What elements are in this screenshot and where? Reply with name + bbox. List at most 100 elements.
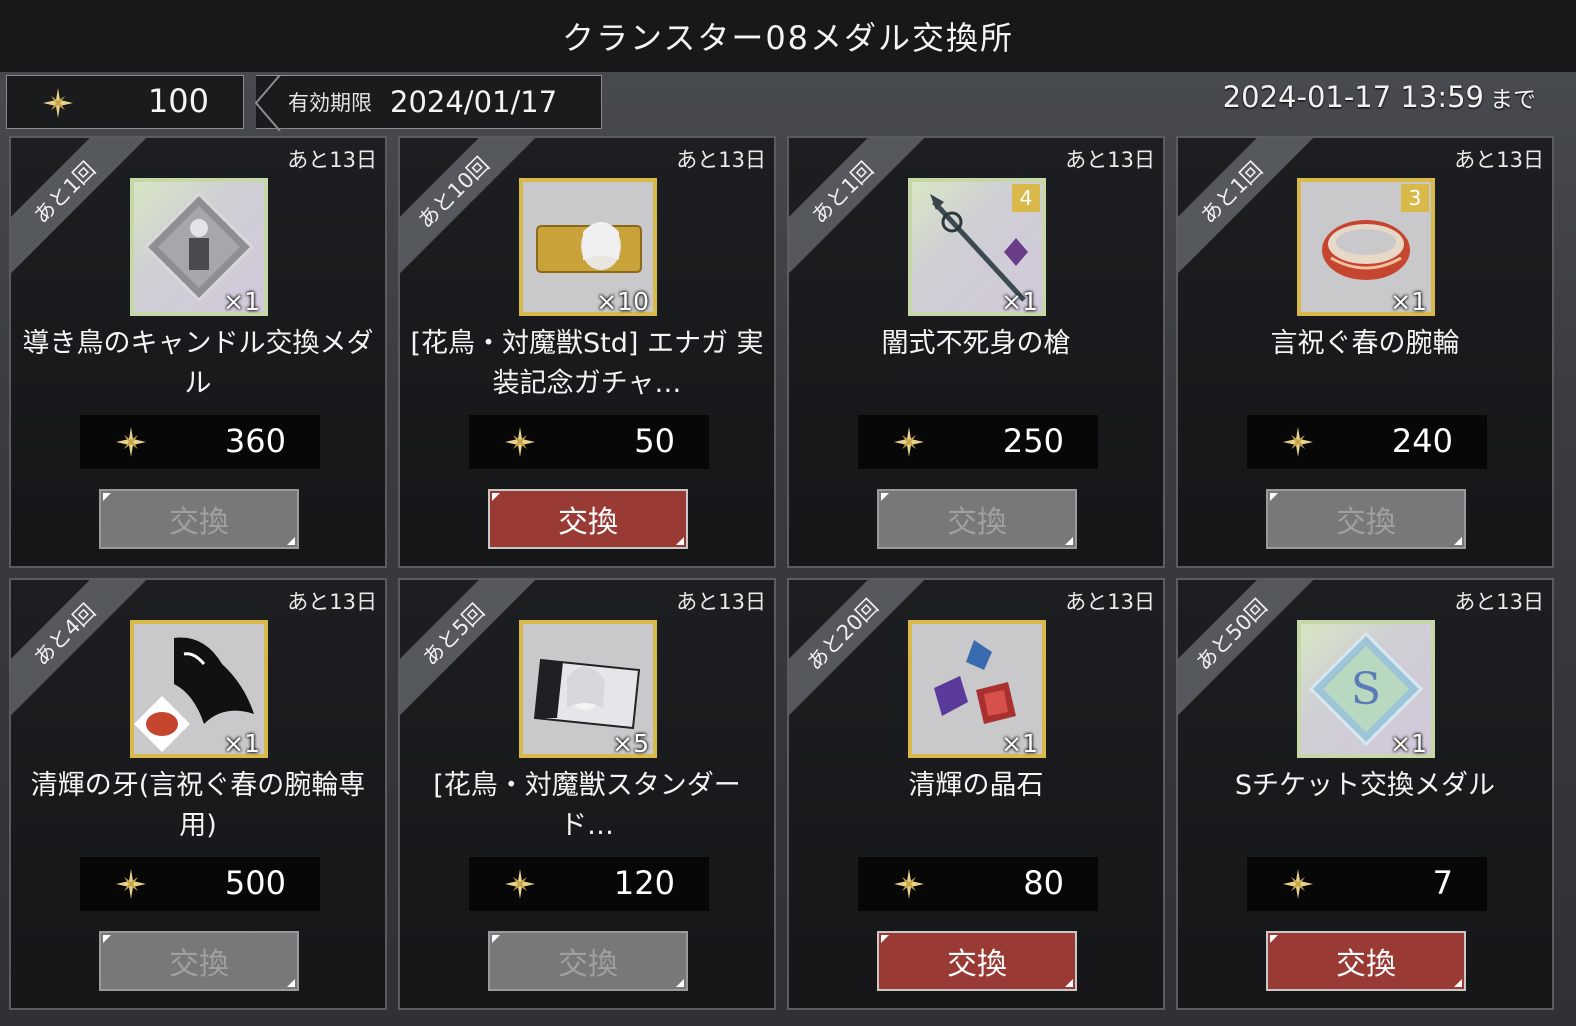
exchange-item-card: あと1回 あと13日 3 ×1 言祝ぐ春の腕輪 240 交換: [1176, 136, 1554, 568]
exchange-button[interactable]: 交換: [1266, 489, 1466, 549]
days-remaining: あと13日: [1065, 148, 1155, 172]
price-value: 250: [1002, 422, 1064, 460]
item-price: 500: [80, 857, 320, 911]
page-title: クランスター08メダル交換所: [0, 0, 1576, 72]
item-price: 240: [1247, 415, 1487, 469]
expiry-date: 2024/01/17: [390, 85, 558, 119]
star-medal-icon: [894, 427, 924, 457]
star-medal-icon: [505, 869, 535, 899]
price-value: 500: [224, 864, 286, 902]
item-price: 120: [469, 857, 709, 911]
item-name: 言祝ぐ春の腕輪: [1270, 328, 1460, 359]
price-value: 240: [1391, 422, 1453, 460]
item-name: 清輝の晶石: [908, 770, 1044, 801]
item-thumbnail: ×1: [130, 178, 268, 316]
exchange-item-card: あと4回 あと13日 ×1 清輝の牙(言祝ぐ春の腕輪専用) 500 交換: [9, 578, 387, 1010]
item-quantity: ×1: [223, 729, 260, 758]
item-name: 闇式不死身の槍: [881, 328, 1071, 359]
days-remaining: あと13日: [287, 148, 377, 172]
exchange-button-label: 交換: [947, 505, 1007, 540]
item-name: 導き鳥のキャンドル交換メダル: [22, 328, 374, 399]
rank-badge: 3: [1401, 184, 1429, 212]
item-thumbnail: 3 ×1: [1297, 178, 1435, 316]
deadline-datetime: 2024-01-17 13:59: [1222, 80, 1484, 114]
price-value: 120: [613, 864, 675, 902]
exchange-button-label: 交換: [169, 505, 229, 540]
price-value: 360: [224, 422, 286, 460]
days-remaining: あと13日: [676, 590, 766, 614]
days-remaining: あと13日: [676, 148, 766, 172]
remaining-count: あと1回: [1196, 157, 1268, 229]
item-quantity: ×5: [612, 729, 649, 758]
currency-amount: 100: [147, 82, 209, 120]
exchange-button-label: 交換: [1336, 947, 1396, 982]
chevron-left-icon: [255, 75, 281, 131]
star-medal-icon: [894, 869, 924, 899]
remaining-count: あと5回: [418, 599, 490, 671]
item-name: [花鳥・対魔獣スタンダード…: [433, 770, 741, 841]
exchange-button-label: 交換: [169, 947, 229, 982]
star-medal-icon: [116, 869, 146, 899]
item-thumbnail: ×10: [519, 178, 657, 316]
exchange-button[interactable]: 交換: [488, 931, 688, 991]
days-remaining: あと13日: [287, 590, 377, 614]
page-title-text: クランスター08メダル交換所: [561, 19, 1015, 57]
exchange-button[interactable]: 交換: [99, 489, 299, 549]
item-price: 360: [80, 415, 320, 469]
exchange-item-card: あと50回 あと13日 S ×1 Sチケット交換メダル 7 交換: [1176, 578, 1554, 1010]
item-quantity: ×1: [223, 287, 260, 316]
exchange-item-card: あと10回 あと13日 ×10 [花鳥・対魔獣Std] エナガ 実装記念ガチャ… 50 交…: [398, 136, 776, 568]
item-thumbnail: ×5: [519, 620, 657, 758]
svg-text:S: S: [1351, 664, 1381, 715]
item-quantity: ×1: [1390, 287, 1427, 316]
item-thumbnail: S ×1: [1297, 620, 1435, 758]
price-value: 50: [634, 422, 675, 460]
exchange-button-label: 交換: [558, 505, 618, 540]
item-thumbnail: ×1: [908, 620, 1046, 758]
item-price: 80: [858, 857, 1098, 911]
remaining-count: あと10回: [413, 152, 494, 233]
exchange-button[interactable]: 交換: [877, 489, 1077, 549]
expiry-box: 有効期限 2024/01/17: [255, 75, 602, 131]
exchange-button-label: 交換: [558, 947, 618, 982]
item-quantity: ×1: [1390, 729, 1427, 758]
exchange-button[interactable]: 交換: [877, 931, 1077, 991]
star-medal-icon: [1283, 869, 1313, 899]
remaining-count: あと4回: [29, 599, 101, 671]
item-thumbnail: ×1: [130, 620, 268, 758]
item-name: Sチケット交換メダル: [1234, 770, 1496, 801]
exchange-item-card: あと5回 あと13日 ×5 [花鳥・対魔獣スタンダード… 120 交換: [398, 578, 776, 1010]
exchange-item-card: あと20回 あと13日 ×1 清輝の晶石 80 交換: [787, 578, 1165, 1010]
exchange-button[interactable]: 交換: [1266, 931, 1466, 991]
exchange-item-card: あと1回 あと13日 4 ×1 闇式不死身の槍 250 交換: [787, 136, 1165, 568]
star-medal-icon: [1283, 427, 1313, 457]
item-price: 7: [1247, 857, 1487, 911]
star-medal-icon: [43, 88, 73, 118]
item-name: [花鳥・対魔獣Std] エナガ 実装記念ガチャ…: [410, 328, 764, 399]
item-price: 50: [469, 415, 709, 469]
item-thumbnail: 4 ×1: [908, 178, 1046, 316]
remaining-count: あと50回: [1191, 594, 1272, 675]
deadline: 2024-01-17 13:59 まで: [1223, 80, 1536, 114]
remaining-count: あと1回: [807, 157, 879, 229]
star-medal-icon: [116, 427, 146, 457]
expiry-label: 有効期限: [288, 91, 372, 115]
item-quantity: ×1: [1001, 287, 1038, 316]
star-medal-icon: [505, 427, 535, 457]
rank-badge: 4: [1012, 184, 1040, 212]
deadline-suffix: まで: [1490, 87, 1536, 113]
exchange-item-card: あと1回 あと13日 ×1 導き鳥のキャンドル交換メダル 360 交換: [9, 136, 387, 568]
currency-balance: 100: [6, 75, 244, 129]
item-name: 清輝の牙(言祝ぐ春の腕輪専用): [30, 770, 366, 841]
exchange-button[interactable]: 交換: [488, 489, 688, 549]
item-price: 250: [858, 415, 1098, 469]
item-quantity: ×1: [1001, 729, 1038, 758]
exchange-button[interactable]: 交換: [99, 931, 299, 991]
exchange-button-label: 交換: [1336, 505, 1396, 540]
exchange-button-label: 交換: [947, 947, 1007, 982]
remaining-count: あと20回: [802, 594, 883, 675]
item-quantity: ×10: [596, 287, 649, 316]
days-remaining: あと13日: [1065, 590, 1155, 614]
price-value: 80: [1023, 864, 1064, 902]
days-remaining: あと13日: [1454, 590, 1544, 614]
